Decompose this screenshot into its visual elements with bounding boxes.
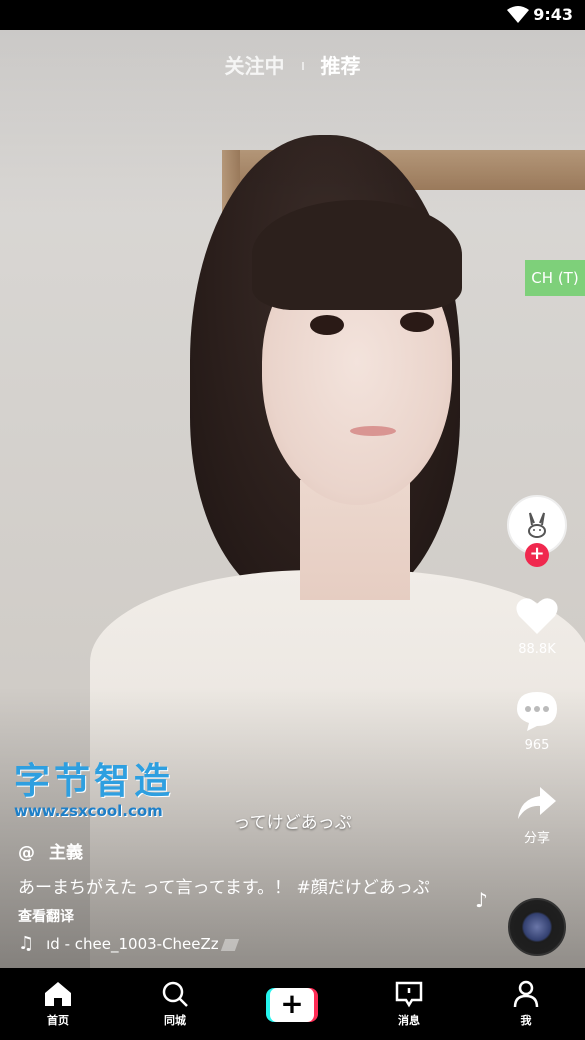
search-icon: [162, 981, 188, 1007]
creator-username: 主義: [49, 843, 83, 863]
side-action-bar: + 88.8K 965 分享 ♪: [475, 0, 585, 1040]
translate-link[interactable]: 查看翻译: [18, 906, 478, 926]
plus-icon: +: [270, 988, 314, 1022]
tab-home[interactable]: 首页: [18, 980, 98, 1028]
tab-messages[interactable]: 消息: [369, 980, 449, 1028]
music-title: ıd - chee_1003-CheeZz: [46, 935, 219, 953]
tab-me-label: 我: [520, 1014, 532, 1027]
comment-icon: [517, 692, 557, 731]
message-icon: [395, 981, 423, 1008]
like-button[interactable]: 88.8K: [497, 596, 577, 657]
person-icon: [513, 980, 539, 1008]
follow-plus-icon[interactable]: +: [525, 543, 549, 567]
tab-messages-label: 消息: [398, 1014, 420, 1027]
home-icon: [45, 982, 71, 1006]
rabbit-icon: [528, 512, 546, 538]
tab-home-label: 首页: [47, 1014, 69, 1027]
music-note-icon: ♫: [18, 933, 35, 954]
music-disc[interactable]: [508, 898, 566, 956]
comment-count: 965: [524, 738, 550, 753]
create-button[interactable]: +: [266, 988, 318, 1022]
tab-city-label: 同城: [164, 1014, 186, 1027]
tab-separator: [301, 62, 304, 70]
post-description: あーまちがえた って言ってます。！ #顔だけどあっぷ: [18, 878, 430, 898]
music-marquee[interactable]: ♫ ıd - chee_1003-CheeZz: [18, 933, 239, 954]
post-info: @ 主義 あーまちがえた って言ってます。！ #顔だけどあっぷ 查看翻译: [18, 838, 478, 926]
watermark-title: 字节智造: [14, 760, 175, 802]
at-symbol: @: [18, 843, 35, 863]
tab-following[interactable]: 关注中: [225, 54, 285, 78]
bottom-tab-bar: 首页 同城 + 消息 我: [0, 968, 585, 1040]
like-count: 88.8K: [518, 642, 556, 657]
video-subtitle: ってけどあっぷ: [233, 813, 352, 833]
tab-city[interactable]: 同城: [135, 980, 215, 1028]
heart-icon: [516, 598, 558, 634]
tab-recommended[interactable]: 推荐: [320, 54, 360, 78]
creator-name[interactable]: @ 主義: [18, 838, 478, 863]
share-label: 分享: [523, 831, 550, 846]
tab-me[interactable]: 我: [486, 980, 566, 1028]
comment-button[interactable]: 965: [497, 690, 577, 753]
music-fade: [220, 938, 239, 951]
